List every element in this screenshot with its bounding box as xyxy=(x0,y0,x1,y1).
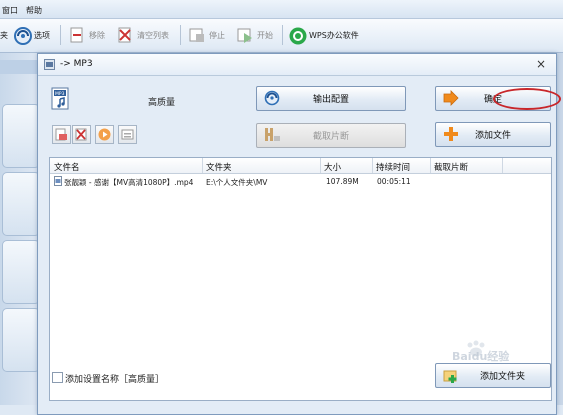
column-divider[interactable] xyxy=(202,158,203,173)
toolbar-options-label: 选项 xyxy=(34,30,50,40)
toolbar-options-button[interactable]: 选项 xyxy=(13,23,50,47)
menubar: 窗口 帮助 xyxy=(0,0,563,19)
watermark: Baidu经验 xyxy=(452,350,510,363)
output-config-label: 输出配置 xyxy=(312,95,349,105)
left-panel-card[interactable] xyxy=(2,240,40,304)
clip-button[interactable]: 截取片断 xyxy=(256,123,406,148)
remove-icon xyxy=(68,26,86,44)
mini-info-button[interactable] xyxy=(118,125,137,144)
toolbar-separator xyxy=(60,25,61,45)
mini-remove-button[interactable] xyxy=(52,125,71,144)
toolbar: 夹 选项 移除 清空列表 停止 开始 WPS办公软件 xyxy=(0,19,563,53)
cell-filename: 张靓颖 - 感谢【MV高清1080P】.mp4 xyxy=(64,178,194,187)
toolbar-wps-label: WPS办公软件 xyxy=(309,30,359,40)
cell-size: 107.89M xyxy=(326,177,359,186)
add-file-label: 添加文件 xyxy=(474,131,511,141)
add-file-button[interactable]: 添加文件 xyxy=(435,122,551,147)
column-header-clip[interactable]: 截取片断 xyxy=(434,161,468,173)
wps-icon xyxy=(288,26,307,45)
cell-duration: 00:05:11 xyxy=(377,177,411,186)
stop-icon xyxy=(188,26,206,44)
toolbar-start-button[interactable]: 开始 xyxy=(236,23,273,47)
cell-folder: E:\个人文件夹\MV xyxy=(206,178,268,187)
clear-list-icon xyxy=(75,128,87,141)
dialog-titlebar: -> MP3 × xyxy=(38,54,556,76)
left-panel-header xyxy=(0,60,40,74)
toolbar-folder-label: 夹 xyxy=(0,30,8,40)
toolbar-separator xyxy=(282,25,283,45)
toolbar-remove-label: 移除 xyxy=(89,30,105,40)
mp3-file-icon: MP3 xyxy=(51,87,71,111)
mini-clear-button[interactable] xyxy=(72,125,91,144)
column-header-duration[interactable]: 持续时间 xyxy=(376,161,410,173)
save-preset-checkbox[interactable] xyxy=(52,372,63,383)
mini-play-button[interactable] xyxy=(95,125,114,144)
left-panel-card[interactable] xyxy=(2,172,40,236)
menu-window[interactable]: 窗口 xyxy=(2,5,18,16)
close-icon[interactable]: × xyxy=(536,57,546,71)
column-header-size[interactable]: 大小 xyxy=(324,161,341,173)
video-file-icon xyxy=(54,176,62,186)
column-divider[interactable] xyxy=(372,158,373,173)
toolbar-clear-list-button[interactable]: 清空列表 xyxy=(116,23,169,47)
toolbar-clear-list-label: 清空列表 xyxy=(137,30,169,40)
remove-icon xyxy=(55,128,67,141)
column-divider[interactable] xyxy=(320,158,321,173)
save-preset-label: 添加设置名称［高质量］ xyxy=(65,375,165,385)
table-row[interactable]: 张靓颖 - 感谢【MV高清1080P】.mp4 E:\个人文件夹\MV 107.… xyxy=(50,176,551,188)
clear-list-icon xyxy=(116,26,134,44)
toolbar-start-label: 开始 xyxy=(257,30,273,40)
left-panel-card[interactable] xyxy=(2,308,40,372)
play-icon xyxy=(98,128,111,141)
output-config-button[interactable]: 输出配置 xyxy=(256,86,406,111)
column-divider[interactable] xyxy=(430,158,431,173)
toolbar-separator xyxy=(180,25,181,45)
toolbar-stop-label: 停止 xyxy=(209,30,225,40)
svg-text:MP3: MP3 xyxy=(55,91,65,97)
clip-label: 截取片断 xyxy=(312,132,349,142)
dialog-title: -> MP3 xyxy=(60,59,93,69)
info-icon xyxy=(121,129,134,140)
toolbar-wps-button[interactable]: WPS办公软件 xyxy=(288,23,359,47)
toolbar-remove-button[interactable]: 移除 xyxy=(68,23,105,47)
dialog-app-icon xyxy=(44,59,55,70)
toolbar-folder-button[interactable]: 夹 xyxy=(0,23,8,47)
menu-help[interactable]: 帮助 xyxy=(26,5,42,16)
start-icon xyxy=(236,26,254,44)
confirm-button[interactable]: 确定 xyxy=(435,86,561,111)
preset-name: 高质量 xyxy=(148,98,176,108)
add-folder-label: 添加文件夹 xyxy=(480,372,526,382)
toolbar-stop-button[interactable]: 停止 xyxy=(188,23,225,47)
column-header-folder[interactable]: 文件夹 xyxy=(206,161,232,173)
column-divider[interactable] xyxy=(502,158,503,173)
column-header-filename[interactable]: 文件名 xyxy=(54,161,80,173)
add-folder-button[interactable]: 添加文件夹 xyxy=(435,363,551,388)
table-header: 文件名 文件夹 大小 持续时间 截取片断 xyxy=(50,158,551,174)
options-icon xyxy=(13,26,32,45)
left-panel-card[interactable] xyxy=(2,104,40,168)
highlight-oval xyxy=(493,88,561,110)
